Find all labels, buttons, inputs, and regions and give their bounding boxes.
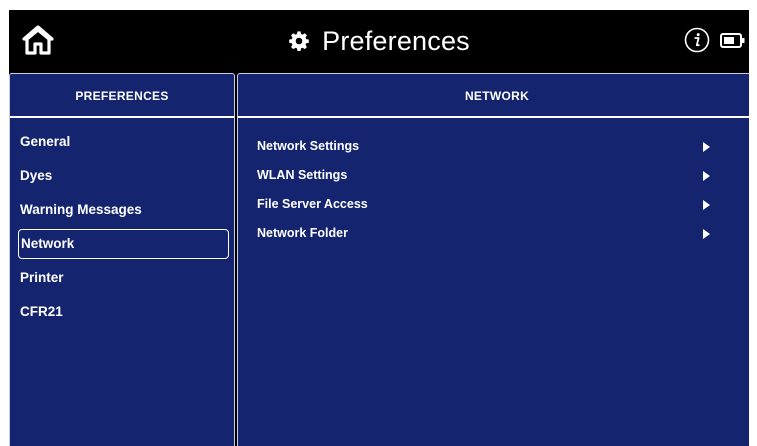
chevron-right-icon: [703, 142, 710, 152]
preferences-list: General Dyes Warning Messages Network Pr…: [10, 125, 234, 329]
network-item-label: File Server Access: [257, 197, 368, 211]
preferences-panel: PREFERENCES General Dyes Warning Message…: [9, 73, 235, 446]
home-icon: [22, 25, 54, 55]
title-area: Preferences: [9, 10, 749, 72]
app-screen: Preferences PREFERENCES General Dyes War…: [9, 10, 749, 446]
info-icon: [684, 27, 710, 53]
gear-icon: [289, 31, 309, 51]
network-item-label: Network Settings: [257, 139, 360, 153]
network-item-wlan-settings[interactable]: WLAN Settings: [238, 161, 749, 190]
preferences-panel-header: PREFERENCES: [10, 74, 234, 118]
info-button[interactable]: [684, 27, 710, 53]
page-title: Preferences: [322, 25, 470, 56]
preferences-item-cfr21[interactable]: CFR21: [10, 295, 234, 329]
network-list: Network Settings WLAN Settings File Serv…: [238, 132, 749, 248]
preferences-item-warning-messages[interactable]: Warning Messages: [10, 193, 234, 227]
battery-icon: [720, 33, 745, 48]
battery-status: [720, 33, 746, 48]
preferences-item-general[interactable]: General: [10, 125, 234, 159]
chevron-right-icon: [703, 171, 710, 181]
preferences-item-printer[interactable]: Printer: [10, 261, 234, 295]
network-item-network-folder[interactable]: Network Folder: [238, 219, 749, 248]
network-panel: NETWORK Network Settings WLAN Settings F…: [237, 73, 749, 446]
chevron-right-icon: [703, 229, 710, 239]
network-item-label: Network Folder: [257, 226, 348, 240]
network-panel-header: NETWORK: [238, 74, 749, 118]
top-bar: Preferences: [9, 10, 749, 72]
network-item-file-server-access[interactable]: File Server Access: [238, 190, 749, 219]
home-button[interactable]: [21, 24, 55, 56]
preferences-item-dyes[interactable]: Dyes: [10, 159, 234, 193]
network-item-label: WLAN Settings: [257, 168, 348, 182]
network-item-network-settings[interactable]: Network Settings: [238, 132, 749, 161]
chevron-right-icon: [703, 200, 710, 210]
preferences-item-network[interactable]: Network: [18, 229, 229, 259]
